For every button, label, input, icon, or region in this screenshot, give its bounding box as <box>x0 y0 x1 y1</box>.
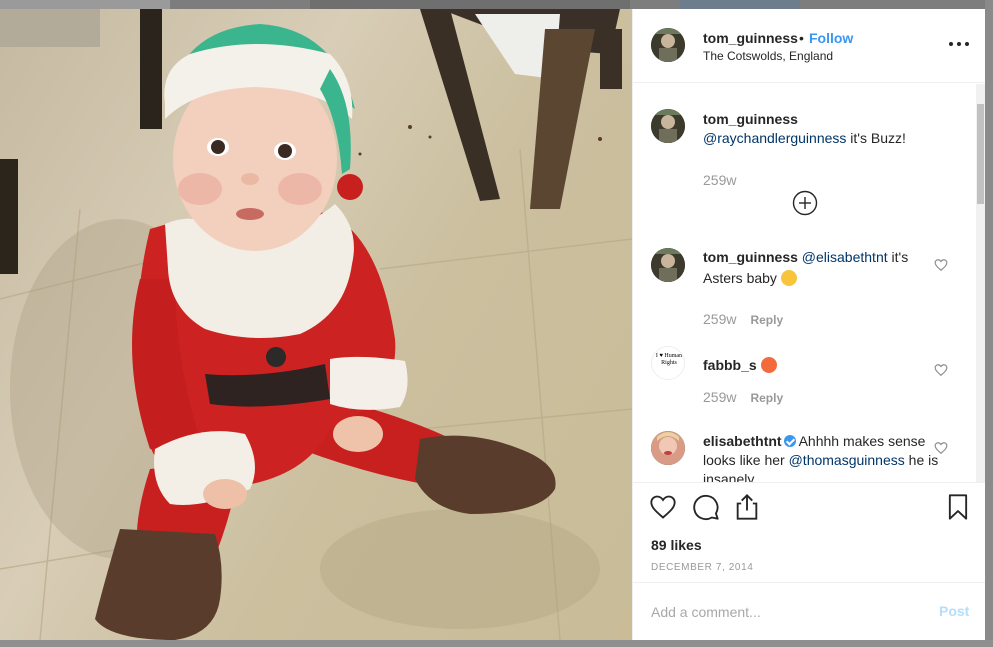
reply-button[interactable]: Reply <box>750 313 783 327</box>
comment-meta: 259w Reply <box>703 389 783 405</box>
post-date[interactable]: DECEMBER 7, 2014 <box>651 562 753 573</box>
commenter-avatar[interactable] <box>651 109 685 143</box>
author-avatar[interactable] <box>651 28 685 62</box>
comments-scrollbar-thumb[interactable] <box>977 104 984 204</box>
heart-icon[interactable] <box>649 493 677 521</box>
backdrop-right <box>985 0 993 647</box>
baby-photo-illustration <box>0 9 632 640</box>
add-comment-bar: Post <box>633 582 985 640</box>
commenter-avatar-image <box>651 248 685 282</box>
comment-mention[interactable]: @thomasguinness <box>789 452 905 468</box>
background-page-strip <box>0 0 993 9</box>
comment-meta: 259w <box>703 172 736 188</box>
post-location[interactable]: The Cotswolds, England <box>703 49 833 63</box>
commenter-avatar[interactable]: I ♥ Human Rights <box>651 346 685 380</box>
comment-time[interactable]: 259w <box>703 172 736 188</box>
comment-like-heart-icon[interactable] <box>934 363 948 377</box>
comment-body: fabbb_s <box>703 354 941 375</box>
comment-like-heart-icon[interactable] <box>934 441 948 455</box>
comment-input[interactable] <box>649 601 913 623</box>
comment-text: it's Buzz! <box>846 130 906 146</box>
post-actions: 89 likes DECEMBER 7, 2014 <box>633 482 985 582</box>
comment-time[interactable]: 259w <box>703 311 736 327</box>
backdrop-bottom <box>0 640 993 647</box>
comment-time[interactable]: 259w <box>703 389 736 405</box>
author-username[interactable]: tom_guinness <box>703 30 798 46</box>
commenter-avatar-text: I ♥ Human Rights <box>655 353 683 366</box>
commenter-avatar[interactable] <box>651 248 685 282</box>
reply-button[interactable]: Reply <box>750 391 783 405</box>
post-comment-button[interactable]: Post <box>939 603 969 619</box>
likes-count[interactable]: 89 likes <box>651 537 702 553</box>
comment-username[interactable]: elisabethtnt <box>703 433 782 449</box>
comment-icon[interactable] <box>692 493 720 521</box>
comment-body: elisabethtnt Ahhhh makes sense looks like… <box>703 432 941 482</box>
more-options-icon[interactable] <box>949 39 971 49</box>
share-icon[interactable] <box>733 493 761 521</box>
comments-list[interactable]: tom_guinness @raychandlerguinness it's B… <box>633 84 985 482</box>
comment-meta: 259w Reply <box>703 311 783 327</box>
post-details-panel: tom_guinness • Follow The Cotswolds, Eng… <box>632 9 985 640</box>
post-photo <box>0 9 632 640</box>
verified-badge-icon <box>783 435 796 447</box>
comment-mention[interactable]: @raychandlerguinness <box>703 130 846 146</box>
commenter-avatar-image <box>651 109 685 143</box>
author-avatar-image <box>651 28 685 62</box>
angel-emoji-icon <box>780 270 797 286</box>
follow-button[interactable]: Follow <box>809 30 853 46</box>
comments-scrollbar[interactable] <box>976 84 985 482</box>
comment-username[interactable]: tom_guinness <box>703 111 798 127</box>
header-separator: • <box>799 30 804 46</box>
bookmark-icon[interactable] <box>944 493 972 521</box>
comment-body: tom_guinness @elisabethtnt it's Asters b… <box>703 248 941 288</box>
comment-mention[interactable]: @elisabethtnt <box>802 249 888 265</box>
load-more-icon[interactable] <box>792 190 818 216</box>
comment-like-heart-icon[interactable] <box>934 258 948 272</box>
comment-username[interactable]: fabbb_s <box>703 357 757 373</box>
comment-username[interactable]: tom_guinness <box>703 249 798 265</box>
commenter-avatar-image <box>651 431 685 465</box>
post-header: tom_guinness • Follow The Cotswolds, Eng… <box>633 9 985 83</box>
star-struck-emoji-icon <box>760 357 777 373</box>
comment-body: tom_guinness @raychandlerguinness it's B… <box>703 110 941 148</box>
commenter-avatar[interactable] <box>651 431 685 465</box>
